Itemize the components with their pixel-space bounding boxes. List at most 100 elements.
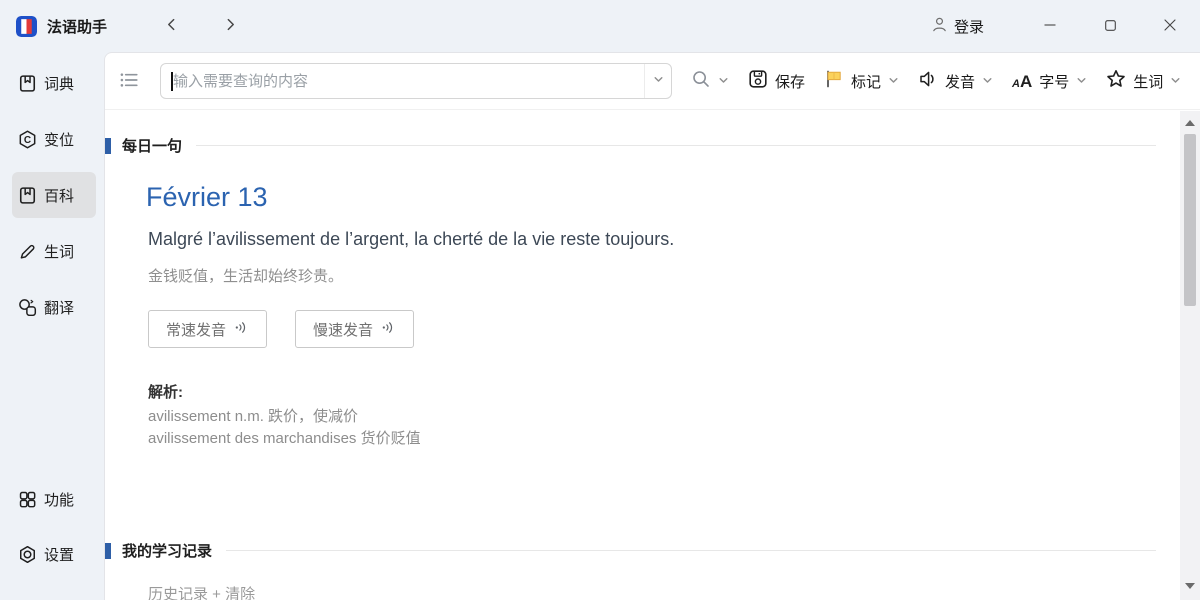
date-title: Février 13: [146, 182, 1200, 213]
sidebar-item-conjugation[interactable]: C 变位: [12, 116, 96, 162]
maximize-button[interactable]: [1080, 0, 1140, 52]
translate-icon: [18, 298, 37, 317]
scroll-up-arrow[interactable]: [1185, 120, 1195, 126]
sidebar-item-new-words[interactable]: 生词: [12, 228, 96, 274]
word-list-button[interactable]: [117, 68, 141, 95]
daily-sentence-section-title: 每日一句: [122, 135, 182, 156]
titlebar-left: 法语助手: [16, 14, 243, 38]
back-button[interactable]: [159, 14, 184, 38]
analysis-line: avilissement n.m. 跌价，使减价: [148, 406, 1200, 428]
search-button[interactable]: [691, 69, 729, 93]
new-word-button[interactable]: 生词: [1106, 69, 1181, 93]
sidebar-spacer: [12, 340, 96, 476]
normal-speed-pronounce-button[interactable]: 常速发音: [148, 310, 267, 348]
sidebar-item-translate[interactable]: 翻译: [12, 284, 96, 330]
app-body: 词典 C 变位 百科 生词 翻译 功能: [0, 52, 1200, 600]
flag-icon: [824, 69, 844, 93]
search-input[interactable]: [161, 64, 644, 98]
sound-wave-icon: [234, 320, 249, 339]
save-floppy-icon: [748, 69, 768, 93]
analysis-label: 解析:: [148, 382, 1200, 404]
minimize-icon: [1044, 19, 1056, 34]
daily-sentence-section-header: 每日一句: [105, 135, 1200, 156]
analysis-block: 解析: avilissement n.m. 跌价，使减价 avilissemen…: [148, 382, 1200, 450]
vertical-scrollbar: [1180, 111, 1200, 600]
font-size-button[interactable]: AA 字号: [1012, 71, 1087, 92]
forward-button[interactable]: [218, 14, 243, 38]
chevron-down-icon: [1076, 73, 1087, 90]
chevron-down-icon: [653, 72, 664, 90]
pronounce-button[interactable]: 发音: [918, 69, 993, 93]
font-size-icon: AA: [1012, 73, 1032, 90]
sidebar-item-label: 变位: [44, 129, 74, 150]
apps-grid-icon: [18, 490, 37, 509]
main-panel: 保存 标记 发音 AA 字号: [104, 52, 1200, 600]
login-button[interactable]: 登录: [931, 16, 984, 37]
search-box: [160, 63, 672, 99]
settings-gear-icon: [18, 545, 37, 564]
study-records-section-title: 我的学习记录: [122, 540, 212, 561]
minimize-button[interactable]: [1020, 0, 1080, 52]
search-history-dropdown[interactable]: [644, 64, 671, 98]
sidebar-item-label: 功能: [44, 489, 74, 510]
normal-speed-label: 常速发音: [166, 319, 226, 340]
conjugation-icon: C: [18, 130, 37, 149]
chevron-right-icon: [224, 18, 237, 34]
scroll-down-arrow[interactable]: [1185, 583, 1195, 589]
pronounce-buttons-row: 常速发音 慢速发音: [148, 310, 1200, 348]
chevron-down-icon: [1170, 73, 1181, 90]
sidebar-item-label: 翻译: [44, 297, 74, 318]
app-title: 法语助手: [47, 16, 107, 37]
history-records-link[interactable]: 历史记录 + 清除: [148, 583, 255, 600]
close-icon: [1164, 19, 1176, 34]
section-divider-line: [226, 550, 1156, 551]
chevron-down-icon: [888, 73, 899, 90]
close-button[interactable]: [1140, 0, 1200, 52]
section-accent-bar: [105, 138, 111, 154]
chevron-left-icon: [165, 18, 178, 34]
chevron-down-icon: [982, 73, 993, 90]
mark-label: 标记: [851, 71, 881, 92]
study-records-section-header: 我的学习记录: [105, 540, 1200, 561]
dictionary-book-icon: [18, 74, 37, 93]
sidebar-item-label: 词典: [44, 73, 74, 94]
font-size-label: 字号: [1039, 71, 1069, 92]
sidebar-item-encyclopedia[interactable]: 百科: [12, 172, 96, 218]
search-icon: [691, 69, 711, 93]
sound-wave-icon: [381, 320, 396, 339]
app-logo-icon: [16, 16, 37, 37]
user-icon: [931, 16, 948, 37]
save-button[interactable]: 保存: [748, 69, 805, 93]
sidebar-item-dictionary[interactable]: 词典: [12, 60, 96, 106]
mark-button[interactable]: 标记: [824, 69, 899, 93]
chevron-down-icon: [718, 73, 729, 90]
encyclopedia-book-icon: [18, 186, 37, 205]
slow-speed-label: 慢速发音: [313, 319, 373, 340]
slow-speed-pronounce-button[interactable]: 慢速发音: [295, 310, 414, 348]
sidebar-item-functions[interactable]: 功能: [12, 476, 96, 522]
text-caret: [171, 72, 173, 91]
maximize-icon: [1105, 19, 1116, 34]
speaker-icon: [918, 69, 938, 93]
sidebar: 词典 C 变位 百科 生词 翻译 功能: [0, 52, 104, 600]
new-word-label: 生词: [1133, 71, 1163, 92]
chinese-translation: 金钱贬值，生活却始终珍贵。: [148, 265, 1200, 286]
svg-text:C: C: [24, 134, 31, 145]
login-label: 登录: [954, 16, 984, 37]
pronounce-label: 发音: [945, 71, 975, 92]
save-label: 保存: [775, 71, 805, 92]
toolbar: 保存 标记 发音 AA 字号: [105, 53, 1200, 110]
titlebar-right: 登录: [931, 0, 1200, 52]
section-divider-line: [196, 145, 1156, 146]
titlebar: 法语助手 登录: [0, 0, 1200, 52]
app-window: 法语助手 登录: [0, 0, 1200, 600]
sidebar-item-label: 设置: [44, 544, 74, 565]
list-icon: [119, 70, 139, 93]
section-accent-bar: [105, 543, 111, 559]
sidebar-item-settings[interactable]: 设置: [12, 531, 96, 577]
sidebar-item-label: 百科: [44, 185, 74, 206]
french-sentence: Malgré l’avilissement de l’argent, la ch…: [148, 229, 1200, 250]
sidebar-item-label: 生词: [44, 241, 74, 262]
star-icon: [1106, 69, 1126, 93]
scrollbar-thumb[interactable]: [1184, 134, 1196, 306]
